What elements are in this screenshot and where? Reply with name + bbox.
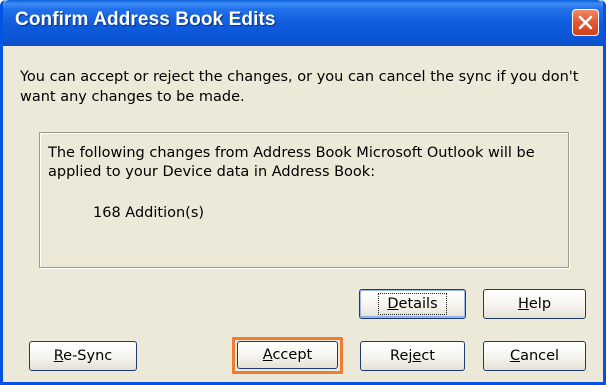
dialog-window: Confirm Address Book Edits You can accep… bbox=[0, 0, 606, 385]
reject-button[interactable]: Reject bbox=[360, 341, 465, 371]
close-button[interactable] bbox=[572, 9, 599, 36]
title-bar: Confirm Address Book Edits bbox=[3, 0, 603, 46]
dialog-title: Confirm Address Book Edits bbox=[15, 9, 276, 30]
resync-button-label: Re-Sync bbox=[53, 348, 113, 364]
accept-button[interactable]: Accept bbox=[237, 341, 338, 369]
resync-button[interactable]: Re-Sync bbox=[29, 341, 137, 371]
additions-count: 168 Addition(s) bbox=[93, 205, 205, 221]
help-button-label: Help bbox=[517, 296, 552, 312]
cancel-button-label: Cancel bbox=[509, 348, 560, 364]
help-button[interactable]: Help bbox=[483, 289, 586, 319]
cancel-button[interactable]: Cancel bbox=[483, 341, 586, 371]
details-button[interactable]: Details bbox=[359, 289, 466, 319]
intro-text: You can accept or reject the changes, or… bbox=[20, 69, 579, 105]
changes-group-box: The following changes from Address Book … bbox=[39, 132, 569, 268]
close-x-icon bbox=[578, 15, 593, 30]
accept-button-label: Accept bbox=[262, 347, 313, 363]
changes-description: The following changes from Address Book … bbox=[48, 145, 535, 180]
details-button-label: Details bbox=[378, 293, 447, 315]
reject-button-label: Reject bbox=[390, 348, 435, 364]
